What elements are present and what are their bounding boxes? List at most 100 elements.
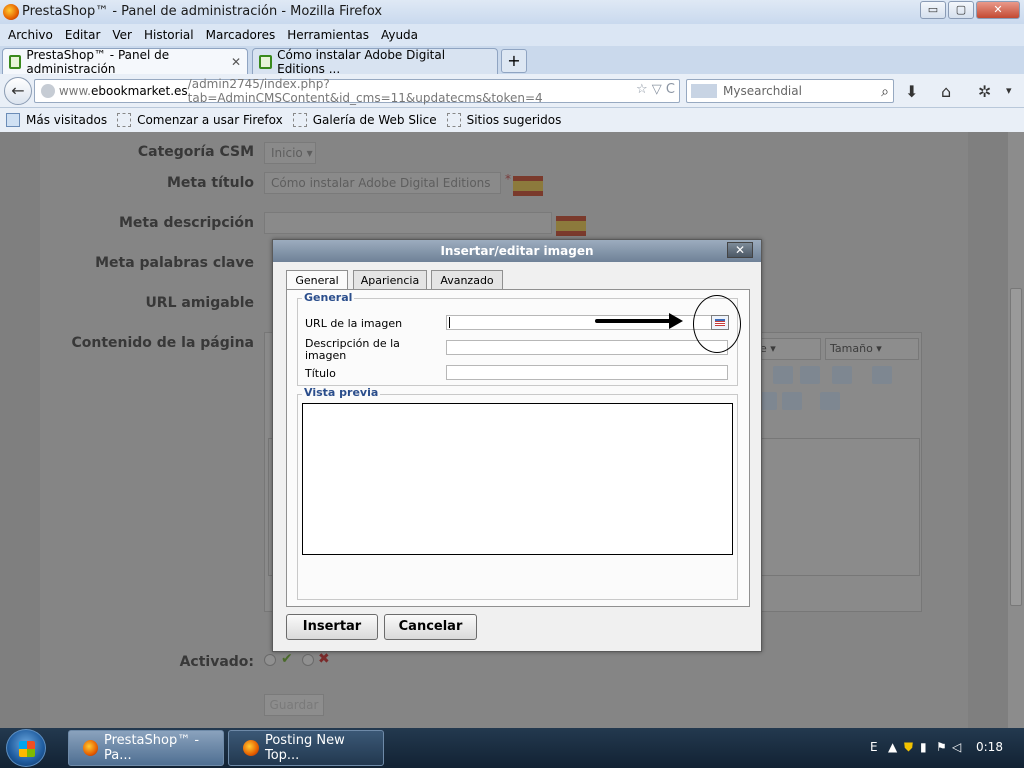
search-engine-icon[interactable]	[691, 84, 717, 98]
download-icon[interactable]: ⬇	[905, 82, 918, 101]
media-icon[interactable]	[800, 366, 820, 384]
font-size-select[interactable]: Tamaño ▾	[825, 338, 919, 360]
tab-label: Cómo instalar Adobe Digital Editions ...	[277, 47, 446, 76]
page-scrollbar[interactable]	[1008, 132, 1024, 728]
meta-titulo-input[interactable]: Cómo instalar Adobe Digital Editions	[264, 172, 501, 194]
template-icon[interactable]	[820, 392, 840, 410]
meta-descripcion-input[interactable]	[264, 212, 552, 234]
search-icon[interactable]: ⌕	[881, 81, 889, 103]
taskbar-posting[interactable]: Posting New Top...	[228, 730, 384, 766]
film-icon[interactable]	[782, 392, 802, 410]
navigation-bar: ← www. ebookmarket.es/admin2745/index.php…	[0, 74, 1024, 108]
menu-historial[interactable]: Historial	[138, 28, 200, 42]
windows-logo-icon	[19, 741, 35, 757]
cancel-button[interactable]: Cancelar	[384, 614, 477, 640]
close-window-button[interactable]: ✕	[976, 1, 1020, 19]
tab-adobe[interactable]: Cómo instalar Adobe Digital Editions ...	[252, 47, 498, 76]
page-icon	[292, 113, 307, 127]
addon-icon[interactable]: ✲	[978, 82, 991, 101]
image-title-input[interactable]	[446, 365, 728, 380]
tab-prestashop[interactable]: PrestaShop™ - Panel de administración ✕	[2, 48, 248, 76]
new-tab-button[interactable]: +	[501, 49, 527, 73]
menu-marcadores[interactable]: Marcadores	[200, 28, 282, 42]
security-shield-icon[interactable]: ⛊	[904, 740, 913, 755]
bookmark-mas-visitados[interactable]: Más visitados	[6, 113, 107, 127]
annotation-arrow	[595, 319, 679, 323]
menu-herramientas[interactable]: Herramientas	[281, 28, 375, 42]
window-title: PrestaShop™ - Panel de administración - …	[22, 4, 383, 19]
page-icon	[446, 113, 461, 127]
meta-titulo-label: Meta título	[166, 175, 254, 191]
maximize-button[interactable]: ▢	[948, 1, 974, 19]
start-button[interactable]	[6, 729, 46, 767]
insert-image-dialog: Insertar/editar imagen ✕ General Aparien…	[272, 239, 762, 652]
image-description-input[interactable]	[446, 340, 728, 355]
font-color-icon[interactable]	[832, 366, 852, 384]
window-title-bar: PrestaShop™ - Panel de administración - …	[0, 0, 1024, 24]
cart-icon	[259, 54, 273, 69]
bookmark-label: Sitios sugeridos	[466, 113, 562, 127]
taskbar-label: Posting New Top...	[264, 733, 345, 763]
globe-icon	[41, 84, 55, 98]
menu-editar[interactable]: Editar	[59, 28, 107, 42]
activado-yes-radio[interactable]	[264, 654, 276, 666]
annotation-arrow-head	[669, 313, 683, 329]
text-cursor	[449, 317, 450, 328]
network-icon[interactable]: ▮	[920, 740, 927, 754]
back-button[interactable]: ←	[4, 77, 32, 105]
meta-descripcion-label: Meta descripción	[119, 215, 254, 231]
url-domain: ebookmarket.es	[91, 84, 188, 98]
browse-files-icon[interactable]	[711, 315, 729, 330]
required-mark: *	[505, 172, 511, 186]
bookmark-galeria[interactable]: Galería de Web Slice	[292, 113, 437, 127]
tab-avanzado[interactable]: Avanzado	[431, 270, 503, 290]
scrollbar-thumb[interactable]	[1010, 288, 1022, 606]
titulo-label: Título	[305, 367, 336, 380]
dialog-close-button[interactable]: ✕	[727, 242, 753, 258]
categoria-select[interactable]: Inicio ▾	[264, 142, 316, 164]
show-hidden-icons[interactable]: ▲	[888, 740, 897, 754]
bookmark-comenzar[interactable]: Comenzar a usar Firefox	[117, 113, 283, 127]
help-icon[interactable]	[773, 366, 793, 384]
tab-general[interactable]: General	[286, 270, 348, 291]
url-prefix: www.	[58, 84, 91, 98]
tab-apariencia[interactable]: Apariencia	[353, 270, 427, 290]
insert-button[interactable]: Insertar	[286, 614, 378, 640]
url-label: URL de la imagen	[305, 317, 403, 330]
url-path: /admin2745/index.php?tab=AdminCMSContent…	[187, 77, 543, 105]
flag-icon[interactable]: ⚑	[936, 740, 947, 754]
taskbar-prestashop[interactable]: PrestaShop™ - Pa...	[68, 730, 224, 766]
url-tools[interactable]: ☆ ▽ C	[636, 82, 675, 97]
meta-palabras-label: Meta palabras clave	[95, 255, 254, 271]
bookmark-label: Galería de Web Slice	[312, 113, 437, 127]
general-legend: General	[302, 291, 355, 304]
menu-ayuda[interactable]: Ayuda	[375, 28, 424, 42]
url-bar[interactable]: www. ebookmarket.es/admin2745/index.php?t…	[34, 77, 680, 105]
activado-no-radio[interactable]	[302, 654, 314, 666]
windows-taskbar: PrestaShop™ - Pa... Posting New Top... E…	[0, 728, 1024, 768]
bookmark-label: Comenzar a usar Firefox	[137, 113, 283, 127]
volume-icon[interactable]: ◁	[952, 740, 961, 754]
close-tab-icon[interactable]: ✕	[231, 55, 241, 69]
menu-archivo[interactable]: Archivo	[2, 28, 59, 42]
minimize-button[interactable]: ▭	[920, 1, 946, 19]
image-url-input[interactable]	[446, 315, 728, 330]
search-input[interactable]: Mysearchdial ⌕	[686, 79, 894, 103]
home-icon[interactable]: ⌂	[941, 82, 951, 101]
menu-ver[interactable]: Ver	[106, 28, 138, 42]
guardar-button[interactable]: Guardar	[264, 694, 324, 716]
menu-bar: Archivo Editar Ver Historial Marcadores …	[0, 24, 1024, 46]
bookmark-sitios[interactable]: Sitios sugeridos	[446, 113, 562, 127]
check-icon: ✔	[281, 651, 293, 667]
clock[interactable]: 0:18	[976, 740, 1003, 754]
menu-chevron-icon[interactable]: ▾	[1006, 84, 1012, 97]
language-indicator[interactable]: E	[870, 740, 878, 754]
spain-flag-icon[interactable]	[556, 216, 586, 236]
bookmark-folder-icon	[6, 113, 20, 127]
firefox-icon	[3, 4, 19, 20]
preview-legend: Vista previa	[302, 386, 381, 399]
spain-flag-icon[interactable]	[513, 176, 543, 196]
cross-icon: ✖	[318, 651, 330, 667]
spellcheck-icon[interactable]	[872, 366, 892, 384]
format-select[interactable]: e ▾	[755, 338, 821, 360]
